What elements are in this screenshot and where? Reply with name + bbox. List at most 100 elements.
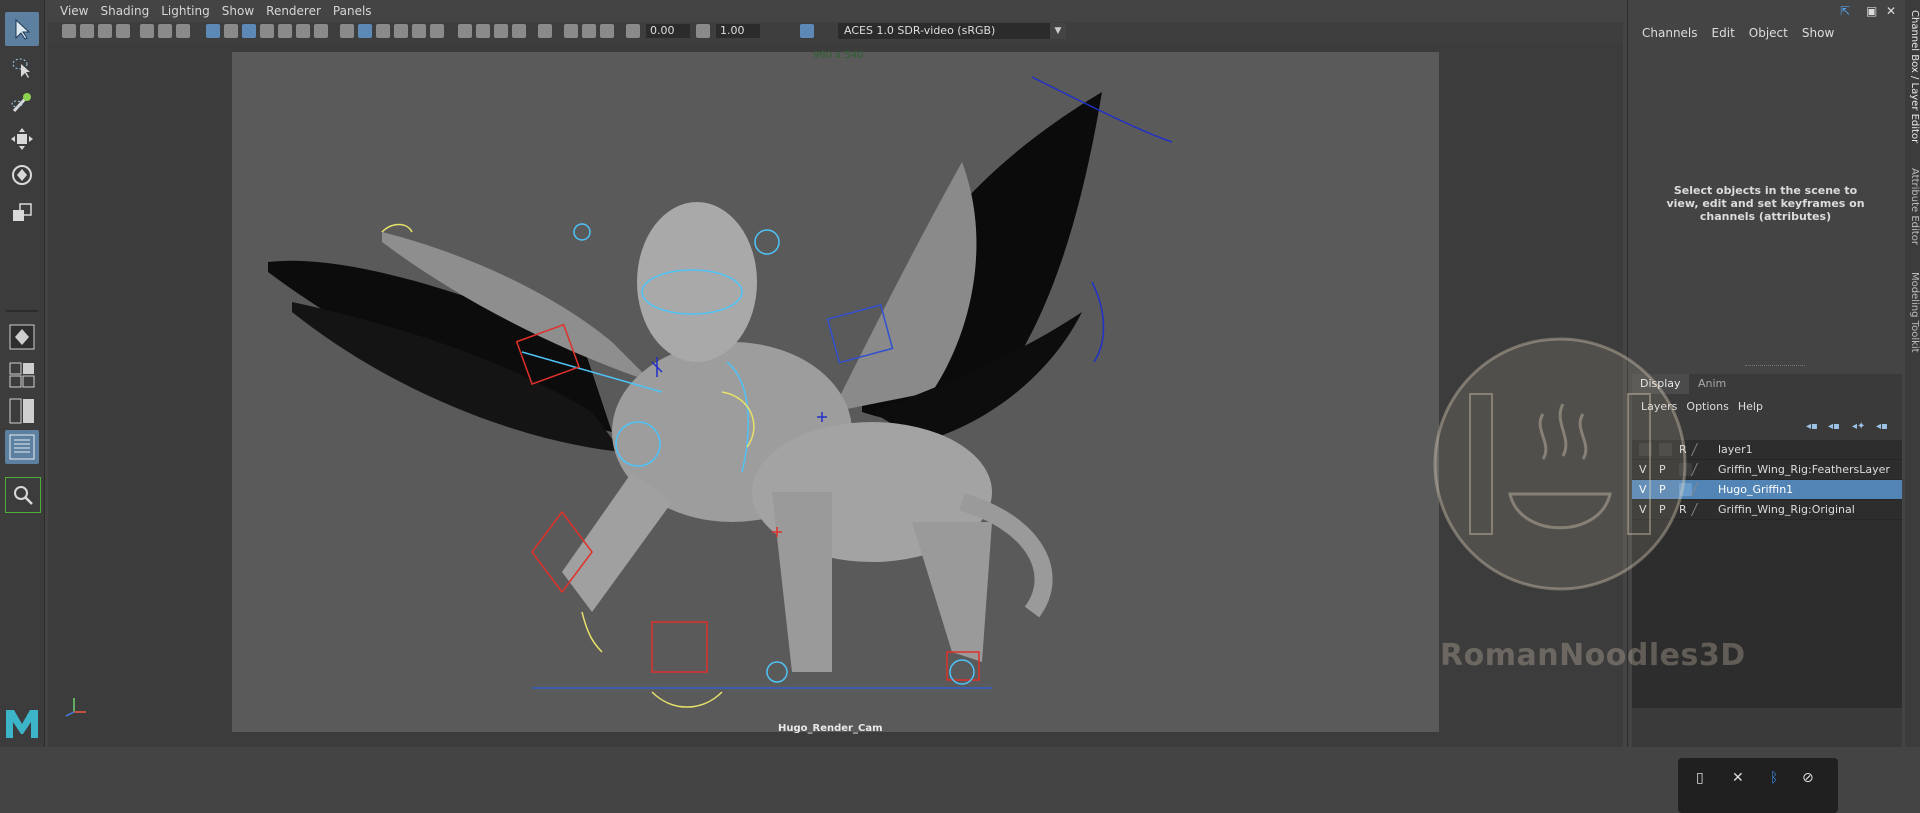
layer-color-swatch[interactable] [1690, 443, 1713, 456]
use-all-lights-icon[interactable] [412, 24, 426, 38]
new-layer-selected-icon[interactable]: ◂▪ [1876, 421, 1890, 432]
tab-attribute-editor[interactable]: Attribute Editor [1905, 168, 1920, 245]
lock-camera-icon[interactable] [176, 24, 190, 38]
resolution-label: 960 x 540 [813, 50, 864, 61]
shadows-icon[interactable] [430, 24, 444, 38]
xray-active-icon[interactable] [582, 24, 596, 38]
color-space-value: ACES 1.0 SDR-video (sRGB) [844, 24, 996, 37]
watermark-text: RomanNoodles3D [1440, 638, 1746, 673]
four-pane-layout-icon[interactable] [5, 358, 39, 392]
wireframe-on-shaded-icon[interactable] [376, 24, 390, 38]
camera-name-label: Hugo_Render_Cam [778, 723, 883, 734]
new-layer-icon[interactable]: ◂✦ [1852, 421, 1866, 432]
ambient-occlusion-icon[interactable] [458, 24, 472, 38]
tool-shelf [0, 0, 45, 747]
chevron-down-icon: ▼ [1050, 23, 1066, 39]
gamma-icon[interactable] [696, 24, 710, 38]
textured-icon[interactable] [394, 24, 408, 38]
channel-box-menu: Channels Edit Object Show [1628, 20, 1906, 46]
menu-shading[interactable]: Shading [100, 4, 149, 18]
camera-attributes-icon[interactable] [80, 24, 94, 38]
layer-color-swatch[interactable] [1690, 483, 1713, 496]
xray-icon[interactable] [564, 24, 578, 38]
layer-name: Hugo_Griffin1 [1718, 483, 1794, 496]
gamma-field[interactable]: 1.00 [716, 24, 760, 38]
outliner-layout-icon[interactable] [5, 430, 39, 464]
field-chart-icon[interactable] [278, 24, 292, 38]
scale-tool-icon[interactable] [5, 196, 39, 230]
two-d-pan-zoom-icon[interactable] [140, 24, 154, 38]
grease-pencil-icon[interactable] [158, 24, 172, 38]
menu-show[interactable]: Show [1802, 26, 1834, 40]
xray-joints-icon[interactable] [600, 24, 614, 38]
safe-title-icon[interactable] [314, 24, 328, 38]
menu-show[interactable]: Show [222, 4, 254, 18]
divider [6, 310, 38, 312]
two-pane-side-layout-icon[interactable] [5, 394, 39, 428]
wireframe-icon[interactable] [340, 24, 354, 38]
lock-icon[interactable]: ▣ [1866, 4, 1877, 18]
menu-object[interactable]: Object [1749, 26, 1788, 40]
menu-view[interactable]: View [60, 4, 88, 18]
griffin-scene [268, 76, 1173, 708]
gate-mask-icon[interactable] [260, 24, 274, 38]
tab-channel-box[interactable]: Channel Box / Layer Editor [1905, 10, 1920, 143]
anti-aliasing-icon[interactable] [494, 24, 508, 38]
isolate-select-icon[interactable] [538, 24, 552, 38]
move-layer-down-icon[interactable]: ◂▪ [1828, 421, 1842, 432]
close-icon[interactable]: ✕ [1886, 4, 1896, 18]
usb-drive-icon[interactable]: ▯ [1696, 770, 1704, 786]
tab-anim[interactable]: Anim [1690, 374, 1734, 394]
bookmark-icon[interactable] [98, 24, 112, 38]
depth-of-field-icon[interactable] [512, 24, 526, 38]
lasso-tool-icon[interactable] [5, 50, 39, 84]
menu-renderer[interactable]: Renderer [266, 4, 321, 18]
image-plane-icon[interactable] [116, 24, 130, 38]
move-layer-up-icon[interactable]: ◂▪ [1806, 421, 1820, 432]
bluetooth-icon[interactable]: ᛒ [1770, 770, 1778, 786]
viewport-toolbar: 0.00 1.00 ACES 1.0 SDR-video (sRGB) ▼ [48, 22, 1623, 42]
layer-color-swatch[interactable] [1690, 503, 1713, 516]
right-wing [832, 92, 1102, 442]
exposure-field[interactable]: 0.00 [646, 24, 690, 38]
grid-icon[interactable] [206, 24, 220, 38]
paint-select-tool-icon[interactable] [5, 86, 39, 120]
left-wing [268, 232, 652, 452]
search-icon[interactable] [5, 477, 41, 513]
motion-blur-icon[interactable] [476, 24, 490, 38]
menu-help[interactable]: Help [1738, 400, 1763, 413]
network-icon[interactable]: ✕ [1732, 770, 1744, 786]
viewport-menu-bar: View Shading Lighting Show Renderer Pane… [48, 0, 1623, 22]
color-management-icon[interactable] [800, 24, 814, 38]
menu-edit[interactable]: Edit [1712, 26, 1735, 40]
view-axis-icon [60, 694, 90, 721]
system-tray-popup: ▯ ✕ ᛒ ⊘ [1678, 758, 1838, 813]
single-pane-layout-icon[interactable] [5, 320, 39, 354]
splitter-handle[interactable] [1745, 365, 1805, 366]
watermark-logo [1428, 334, 1692, 597]
menu-channels[interactable]: Channels [1642, 26, 1698, 40]
layer-name: Griffin_Wing_Rig:FeathersLayer [1718, 463, 1890, 476]
safe-action-icon[interactable] [296, 24, 310, 38]
side-tab-strip: Channel Box / Layer Editor Attribute Edi… [1905, 0, 1920, 747]
menu-panels[interactable]: Panels [333, 4, 372, 18]
film-gate-icon[interactable] [224, 24, 238, 38]
smooth-shade-icon[interactable] [358, 24, 372, 38]
tab-modeling-toolkit[interactable]: Modeling Toolkit [1905, 272, 1920, 353]
select-tool-icon[interactable] [5, 12, 39, 46]
move-tool-icon[interactable] [5, 122, 39, 156]
viewport-panel: View Shading Lighting Show Renderer Pane… [48, 0, 1623, 747]
layer-name: Griffin_Wing_Rig:Original [1718, 503, 1855, 516]
color-space-dropdown[interactable]: ACES 1.0 SDR-video (sRGB) ▼ [838, 23, 1066, 39]
resolution-gate-icon[interactable] [242, 24, 256, 38]
camera-select-icon[interactable] [62, 24, 76, 38]
resolution-gate [232, 52, 1439, 732]
hidden-eye-icon[interactable]: ⊘ [1802, 770, 1814, 786]
layer-color-swatch[interactable] [1690, 463, 1713, 476]
maya-logo-icon [4, 706, 40, 743]
exposure-icon[interactable] [626, 24, 640, 38]
menu-options[interactable]: Options [1686, 400, 1728, 413]
rotate-tool-icon[interactable] [5, 158, 39, 192]
pin-icon[interactable]: ⇱ [1840, 4, 1850, 18]
menu-lighting[interactable]: Lighting [161, 4, 210, 18]
